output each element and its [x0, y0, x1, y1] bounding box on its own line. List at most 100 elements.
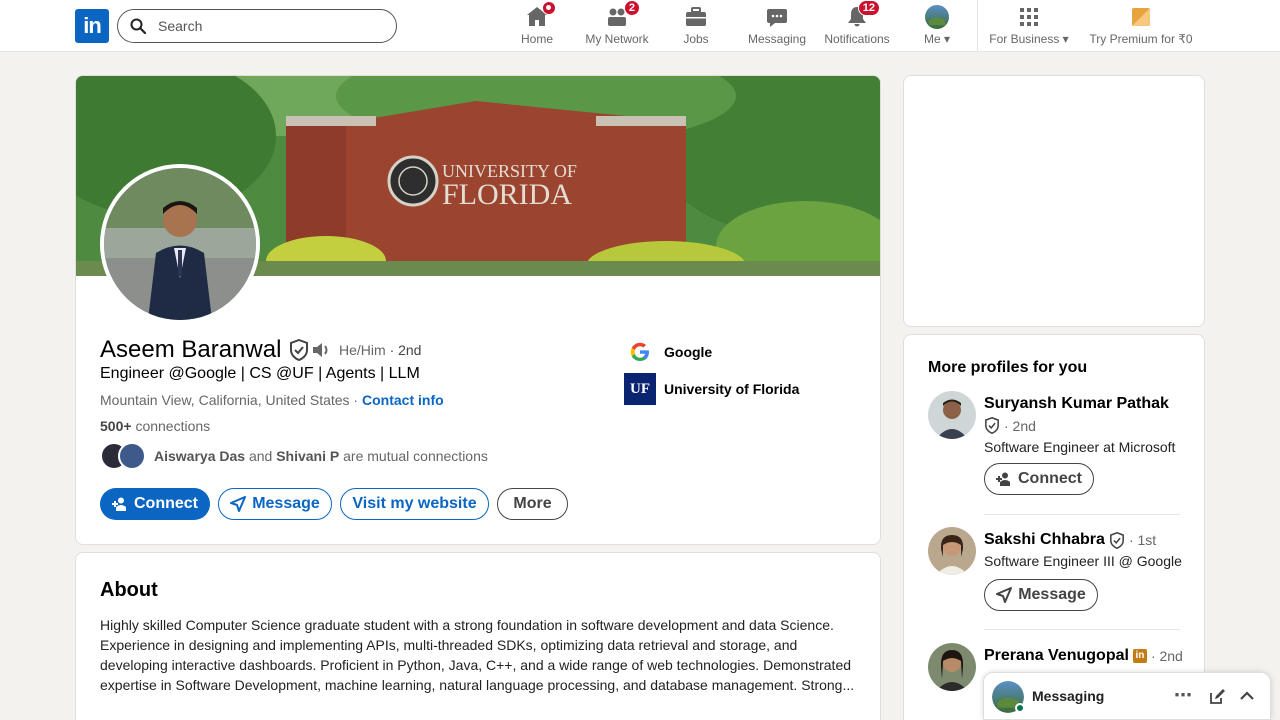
nav-home[interactable]: Home: [517, 1, 557, 50]
suggestion-message-button[interactable]: Message: [984, 579, 1098, 611]
suggestion-name[interactable]: Suryansh Kumar Pathak: [984, 395, 1169, 413]
nav-messaging[interactable]: Messaging: [747, 4, 807, 50]
message-button-label: Message: [252, 495, 320, 512]
suggestion-avatar[interactable]: [928, 643, 976, 691]
mutual-connections-text: Aiswarya Das and Shivani P are mutual co…: [154, 448, 488, 464]
profile-name-text: Aseem Baranwal: [100, 336, 282, 363]
linkedin-logo-icon[interactable]: in: [75, 9, 109, 43]
search-icon: [130, 18, 146, 34]
add-person-icon: [112, 497, 126, 511]
verified-shield-icon: [1109, 531, 1124, 549]
more-button-label: More: [513, 495, 552, 512]
org-uf-label: University of Florida: [664, 381, 800, 397]
visit-website-button[interactable]: Visit my website: [340, 488, 489, 520]
nav-notifications-label: Notifications: [824, 32, 890, 46]
top-nav: in Home 2 My Network Jobs Messaging 1: [0, 0, 1280, 52]
suggestion-degree-row: · 2nd: [984, 417, 1036, 434]
more-profiles-card: More profiles for you Suryansh Kumar Pat…: [903, 334, 1205, 720]
connections-number: 500+: [100, 418, 132, 434]
about-text: Highly skilled Computer Science graduate…: [100, 617, 855, 693]
nav-jobs-label: Jobs: [683, 32, 709, 46]
more-button[interactable]: More: [497, 488, 568, 520]
pronouns-text: He/Him: [339, 342, 386, 358]
connections-count[interactable]: 500+ connections: [100, 418, 210, 434]
connect-button-label: Connect: [134, 495, 198, 512]
suggestion-title: Software Engineer at Microsoft: [984, 439, 1176, 455]
suggestion-name[interactable]: Prerana Venugopal in · 2nd: [984, 647, 1183, 665]
suggestion-avatar[interactable]: [928, 527, 976, 575]
briefcase-icon: [686, 7, 706, 26]
send-icon: [230, 496, 247, 512]
google-logo-icon: [624, 336, 656, 368]
grid-apps-icon: [1020, 8, 1038, 26]
nav-jobs[interactable]: Jobs: [676, 4, 716, 50]
nav-try-premium-label: Try Premium for ₹0: [1089, 32, 1193, 46]
suggestion-avatar[interactable]: [928, 391, 976, 439]
chevron-down-icon: ▾: [1062, 32, 1069, 46]
connections-label: connections: [135, 418, 211, 434]
send-icon: [996, 587, 1013, 603]
divider: [984, 629, 1180, 630]
mutual-connections[interactable]: Aiswarya Das and Shivani P are mutual co…: [100, 442, 488, 470]
org-uf[interactable]: UF University of Florida: [624, 373, 799, 405]
user-avatar-icon: [925, 5, 949, 29]
profile-suggestion: Suryansh Kumar Pathak · 2nd Software Eng…: [928, 391, 1180, 501]
notifications-badge: 12: [857, 0, 880, 16]
profile-card: UNIVERSITY OF FLORIDA Aseem Baranwal He/…: [75, 75, 881, 545]
messaging-label: Messaging: [1032, 688, 1105, 704]
visit-website-label: Visit my website: [352, 495, 477, 512]
nav-notifications[interactable]: 12 Notifications: [822, 0, 892, 50]
chat-bubble-icon: [767, 9, 787, 27]
location-text: Mountain View, California, United States…: [100, 392, 359, 408]
nav-messaging-label: Messaging: [747, 32, 807, 46]
add-person-icon: [996, 472, 1010, 486]
suggestion-name[interactable]: Sakshi Chhabra · 1st: [984, 531, 1156, 549]
org-google-label: Google: [664, 344, 713, 360]
message-button[interactable]: Message: [218, 488, 332, 520]
verified-shield-icon: [985, 417, 999, 434]
nav-me[interactable]: Me ▾: [918, 4, 956, 50]
premium-icon: [1132, 8, 1150, 26]
more-profiles-title: More profiles for you: [928, 359, 1088, 376]
connect-button[interactable]: Connect: [100, 488, 210, 520]
location-row: Mountain View, California, United States…: [100, 392, 444, 408]
notification-dot: [542, 1, 556, 15]
pronouns-row: He/Him · 2nd: [311, 341, 421, 359]
nav-my-network[interactable]: 2 My Network: [583, 0, 651, 50]
nav-divider: [977, 0, 978, 52]
speaker-icon[interactable]: [311, 341, 331, 359]
chevron-down-icon: ▾: [943, 32, 951, 46]
search-input[interactable]: [158, 18, 358, 34]
nav-my-network-label: My Network: [585, 32, 649, 46]
network-badge: 2: [623, 0, 640, 16]
nav-home-label: Home: [520, 32, 553, 46]
profile-headline: Engineer @Google | CS @UF | Agents | LLM: [100, 365, 420, 382]
profile-photo-image: [104, 168, 256, 320]
contact-info-link[interactable]: Contact info: [362, 392, 444, 408]
nav-for-business[interactable]: For Business ▾: [988, 4, 1070, 50]
banner-line-2: FLORIDA: [442, 178, 572, 211]
more-options-icon[interactable]: ⋯: [1174, 685, 1192, 706]
nav-for-business-label: For Business ▾: [989, 32, 1069, 46]
search-box[interactable]: [117, 9, 397, 43]
profile-name: Aseem Baranwal: [100, 336, 309, 364]
divider: [984, 514, 1180, 515]
profile-suggestion: Sakshi Chhabra · 1st Software Engineer I…: [928, 527, 1182, 617]
linkedin-premium-icon: in: [1132, 649, 1147, 663]
online-status-icon: [1015, 703, 1025, 713]
about-title: About: [100, 579, 158, 601]
connection-degree: · 2nd: [389, 342, 422, 358]
uf-logo-icon: UF: [624, 373, 656, 405]
nav-me-label: Me ▾: [923, 32, 951, 46]
suggestion-connect-button[interactable]: Connect: [984, 463, 1094, 495]
compose-icon[interactable]: [1209, 689, 1225, 705]
org-google[interactable]: Google: [624, 336, 712, 368]
suggestion-title: Software Engineer III @ Google: [984, 553, 1182, 569]
messaging-overlay[interactable]: Messaging ⋯: [983, 672, 1271, 720]
chevron-up-icon[interactable]: [1240, 691, 1254, 701]
profile-photo[interactable]: [100, 164, 260, 324]
nav-try-premium[interactable]: Try Premium for ₹0: [1088, 4, 1194, 50]
right-top-card: [903, 75, 1205, 327]
verified-shield-icon[interactable]: [289, 339, 309, 361]
about-card: About Highly skilled Computer Science gr…: [75, 552, 881, 720]
